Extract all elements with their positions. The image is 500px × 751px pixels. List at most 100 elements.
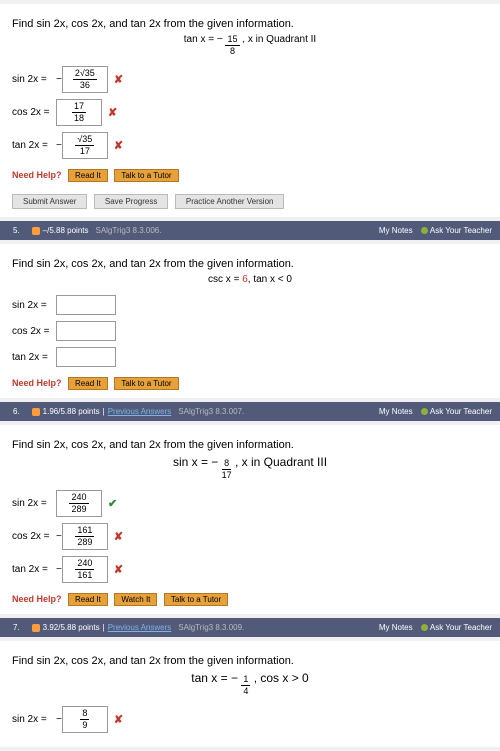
header-links: My Notes Ask Your Teacher <box>373 226 492 235</box>
given-text: csc x = <box>208 274 242 285</box>
my-notes-link[interactable]: My Notes <box>379 623 413 632</box>
given-info: tan x = − 158 , x in Quadrant II <box>12 34 488 56</box>
num: 17 <box>72 102 86 113</box>
label: cos 2x = <box>12 531 56 542</box>
source-text: SAlgTrig3 8.3.007. <box>178 407 244 416</box>
row-cos2x: cos 2x = 1718 ✘ <box>12 99 488 126</box>
need-help-label: Need Help? <box>12 378 62 388</box>
label: cos 2x = <box>12 107 56 118</box>
question-6: Find sin 2x, cos 2x, and tan 2x from the… <box>0 425 500 614</box>
points: 6. 1.96/5.88 points | Previous Answers S… <box>8 405 244 418</box>
ask-teacher-link[interactable]: Ask Your Teacher <box>421 623 492 632</box>
points-icon <box>32 408 40 416</box>
row-sin2x: sin 2x = − 89 ✘ <box>12 706 488 733</box>
answer-input[interactable] <box>56 295 116 315</box>
previous-answers-link[interactable]: Previous Answers <box>108 407 172 416</box>
den: 161 <box>77 570 92 580</box>
num: 161 <box>75 526 94 537</box>
wrong-icon: ✘ <box>114 530 123 543</box>
answer-input[interactable]: 1718 <box>56 99 102 126</box>
dot-icon <box>421 227 428 234</box>
row-tan2x: tan 2x = <box>12 347 488 367</box>
row-tan2x: tan 2x = − 240161 ✘ <box>12 556 488 583</box>
answer-input[interactable] <box>56 347 116 367</box>
given-text: tan x = − <box>191 671 238 685</box>
row-sin2x: sin 2x = − 2√3536 ✘ <box>12 66 488 93</box>
answer-input[interactable]: √3517 <box>62 132 108 159</box>
need-help: Need Help? Read It Watch It Talk to a Tu… <box>12 593 488 606</box>
answer-input[interactable]: 161289 <box>62 523 108 550</box>
num: 2√35 <box>73 69 97 80</box>
den: 17 <box>222 470 232 480</box>
my-notes-link[interactable]: My Notes <box>379 226 413 235</box>
label: tan 2x = <box>12 564 56 575</box>
num: √35 <box>75 135 94 146</box>
talk-tutor-button[interactable]: Talk to a Tutor <box>164 593 228 606</box>
den: 17 <box>80 146 90 156</box>
action-buttons: Submit Answer Save Progress Practice Ano… <box>12 194 488 209</box>
answer-input[interactable]: 240289 <box>56 490 102 517</box>
answer-input[interactable]: 2√3536 <box>62 66 108 93</box>
ask-teacher-link[interactable]: Ask Your Teacher <box>421 226 492 235</box>
num: 8 <box>80 709 89 720</box>
practice-another-button[interactable]: Practice Another Version <box>175 194 285 209</box>
need-help-label: Need Help? <box>12 170 62 180</box>
given-text2: , cos x > 0 <box>254 671 309 685</box>
need-help: Need Help? Read It Talk to a Tutor <box>12 169 488 182</box>
points-text: –/5.88 points <box>43 226 89 235</box>
given-info: csc x = 6, tan x < 0 <box>12 274 488 285</box>
row-sin2x: sin 2x = 240289 ✔ <box>12 490 488 517</box>
source-text: SAlgTrig3 8.3.009. <box>178 623 244 632</box>
wrong-icon: ✘ <box>108 106 117 119</box>
answer-input[interactable]: 89 <box>62 706 108 733</box>
given-text2: , x in Quadrant II <box>242 34 316 45</box>
prompt: Find sin 2x, cos 2x, and tan 2x from the… <box>12 258 488 270</box>
ask-teacher-link[interactable]: Ask Your Teacher <box>421 407 492 416</box>
row-tan2x: tan 2x = − √3517 ✘ <box>12 132 488 159</box>
read-it-button[interactable]: Read It <box>68 169 108 182</box>
label: tan 2x = <box>12 352 56 363</box>
need-help-label: Need Help? <box>12 594 62 604</box>
need-help: Need Help? Read It Talk to a Tutor <box>12 377 488 390</box>
prompt: Find sin 2x, cos 2x, and tan 2x from the… <box>12 439 488 451</box>
question-5-header: 5. –/5.88 points SAlgTrig3 8.3.006. My N… <box>0 221 500 240</box>
qnum: 5. <box>8 224 25 237</box>
den: 289 <box>77 537 92 547</box>
answer-input[interactable]: 240161 <box>62 556 108 583</box>
den: 289 <box>71 504 86 514</box>
answer-input[interactable] <box>56 321 116 341</box>
right-icon: ✔ <box>108 497 117 510</box>
wrong-icon: ✘ <box>114 713 123 726</box>
question-6-header: 6. 1.96/5.88 points | Previous Answers S… <box>0 402 500 421</box>
question-5: Find sin 2x, cos 2x, and tan 2x from the… <box>0 244 500 398</box>
den: 8 <box>230 46 235 56</box>
watch-it-button[interactable]: Watch It <box>114 593 157 606</box>
my-notes-link[interactable]: My Notes <box>379 407 413 416</box>
read-it-button[interactable]: Read It <box>68 377 108 390</box>
wrong-icon: ✘ <box>114 73 123 86</box>
label: tan 2x = <box>12 140 56 151</box>
den: 36 <box>80 80 90 90</box>
question-7: Find sin 2x, cos 2x, and tan 2x from the… <box>0 641 500 747</box>
label: sin 2x = <box>12 498 56 509</box>
talk-tutor-button[interactable]: Talk to a Tutor <box>114 377 178 390</box>
wrong-icon: ✘ <box>114 139 123 152</box>
label: sin 2x = <box>12 714 56 725</box>
given-text2: , x in Quadrant III <box>235 455 327 469</box>
row-cos2x: cos 2x = <box>12 321 488 341</box>
given-info: sin x = − 817 , x in Quadrant III <box>12 455 488 480</box>
label: cos 2x = <box>12 326 56 337</box>
given-text2: , tan x < 0 <box>248 274 292 285</box>
previous-answers-link[interactable]: Previous Answers <box>108 623 172 632</box>
submit-answer-button[interactable]: Submit Answer <box>12 194 87 209</box>
den: 18 <box>74 113 84 123</box>
num: 240 <box>69 493 88 504</box>
points-text: 1.96/5.88 points <box>43 407 100 416</box>
read-it-button[interactable]: Read It <box>68 593 108 606</box>
points: 7. 3.92/5.88 points | Previous Answers S… <box>8 621 244 634</box>
given-info: tan x = − 14 , cos x > 0 <box>12 671 488 696</box>
num: 15 <box>225 35 239 46</box>
talk-tutor-button[interactable]: Talk to a Tutor <box>114 169 178 182</box>
save-progress-button[interactable]: Save Progress <box>94 194 168 209</box>
label: sin 2x = <box>12 74 56 85</box>
